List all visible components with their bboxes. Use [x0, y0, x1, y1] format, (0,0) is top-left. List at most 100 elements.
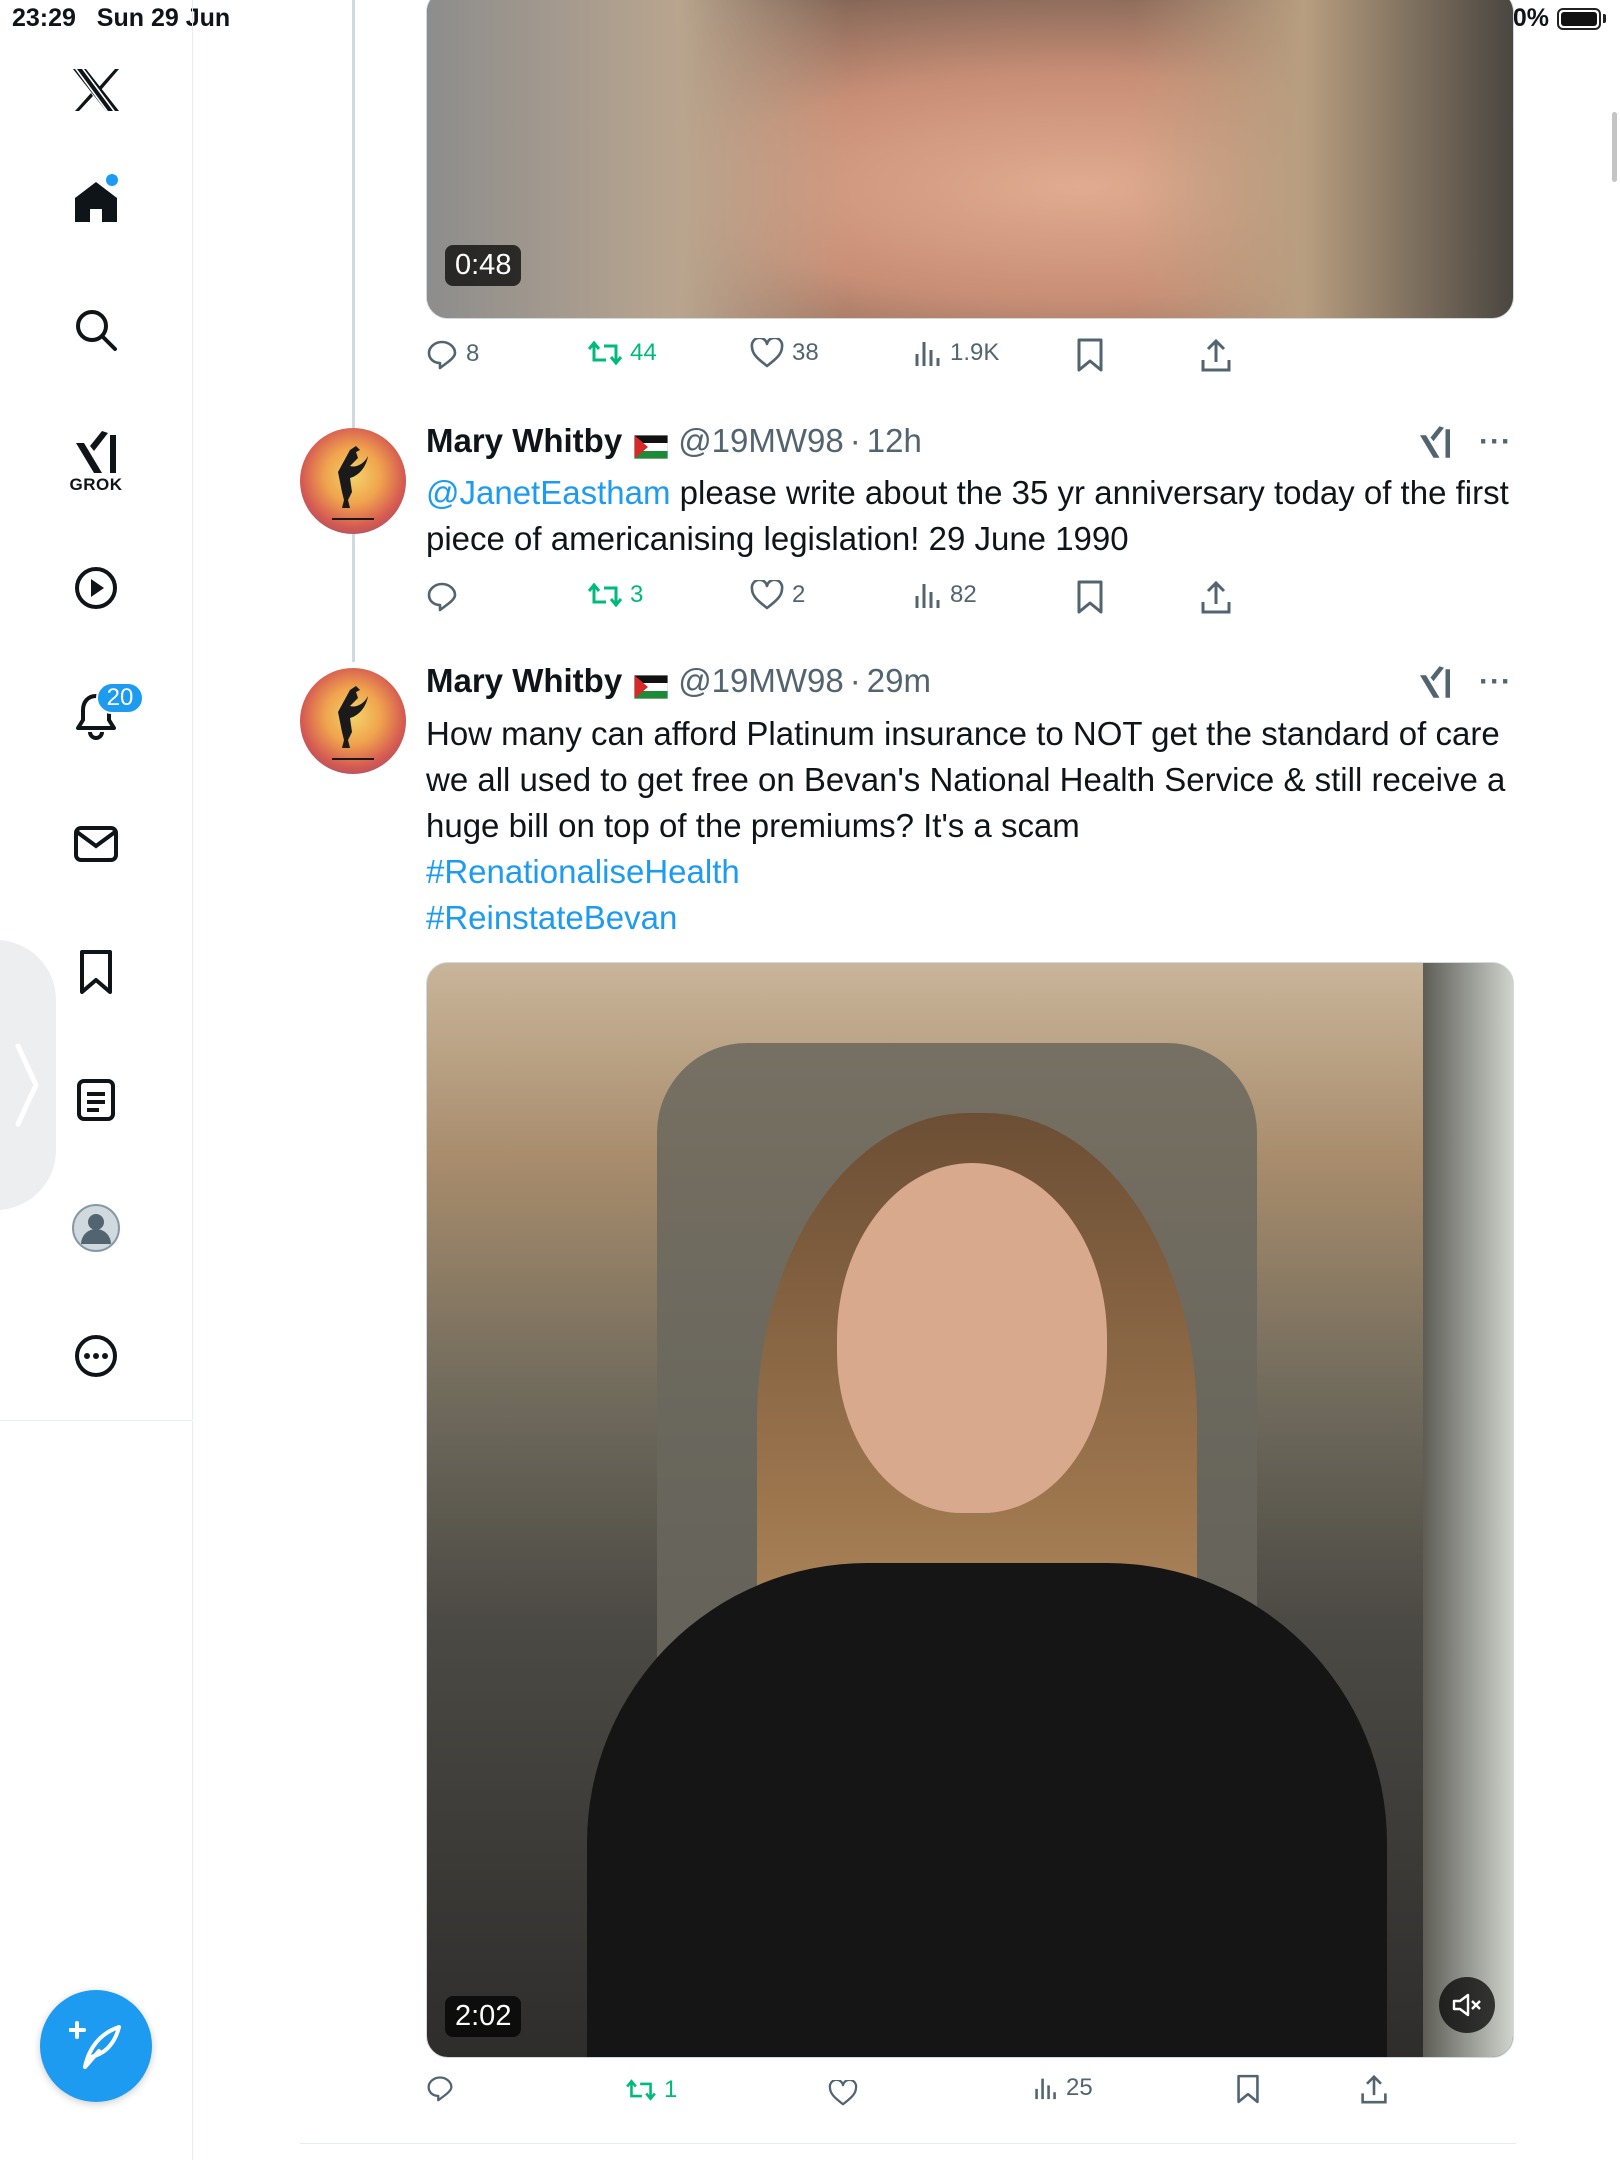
- tweet-header: Mary Whitby @19MW98 · 29m: [426, 662, 931, 700]
- views-count: 25: [1066, 2074, 1093, 2101]
- bookmark-button[interactable]: [1076, 580, 1104, 614]
- author-handle[interactable]: @19MW98: [678, 662, 844, 700]
- like-count: 2: [792, 581, 806, 608]
- author-name[interactable]: Mary Whitby: [426, 662, 622, 700]
- x-logo-icon[interactable]: [62, 56, 130, 124]
- video-duration: 0:48: [445, 245, 522, 286]
- share-button[interactable]: [1200, 580, 1232, 614]
- liver-bird-icon: [332, 446, 374, 520]
- scrollbar[interactable]: [1612, 112, 1617, 182]
- repost-icon: [588, 340, 622, 366]
- reply-button[interactable]: [426, 580, 466, 612]
- tweet-text: How many can afford Platinum insurance t…: [426, 711, 1516, 941]
- grok-icon[interactable]: [1417, 664, 1453, 700]
- views-button[interactable]: 82: [914, 580, 977, 610]
- bookmark-icon: [1077, 580, 1103, 614]
- liver-bird-icon: [332, 686, 374, 760]
- reply-icon: [427, 582, 457, 612]
- mail-icon[interactable]: [62, 810, 130, 878]
- reply-count: 8: [466, 340, 480, 367]
- notifications-badge: 20: [96, 682, 144, 714]
- profile-icon[interactable]: [62, 1194, 130, 1262]
- repost-button[interactable]: 1: [626, 2076, 677, 2104]
- tweet-header-actions: ···: [1417, 664, 1512, 700]
- reply-icon: [427, 2076, 453, 2102]
- tweet-timestamp[interactable]: 12h: [867, 422, 922, 460]
- play-icon[interactable]: [62, 554, 130, 622]
- like-button[interactable]: 38: [750, 338, 819, 368]
- tweet-divider: [300, 2143, 1516, 2144]
- heart-icon: [750, 338, 784, 368]
- like-button[interactable]: [828, 2080, 866, 2106]
- search-icon[interactable]: [62, 296, 130, 364]
- views-icon: [1035, 2078, 1056, 2100]
- tweet-timestamp[interactable]: 29m: [867, 662, 931, 700]
- tweet-video[interactable]: 2:02: [426, 962, 1514, 2058]
- bookmark-icon[interactable]: [62, 938, 130, 1006]
- tweet-body: How many can afford Platinum insurance t…: [426, 715, 1506, 844]
- share-icon: [1361, 2074, 1387, 2104]
- bookmark-button[interactable]: [1236, 2074, 1260, 2104]
- author-handle[interactable]: @19MW98: [678, 422, 844, 460]
- video-duration: 2:02: [445, 1996, 522, 2037]
- grok-label: GROK: [69, 475, 123, 494]
- battery-tip: [1603, 14, 1606, 23]
- avatar[interactable]: [300, 428, 406, 534]
- views-button[interactable]: 25: [1034, 2074, 1093, 2102]
- reply-button[interactable]: 8: [426, 338, 479, 370]
- repost-count: 44: [630, 339, 657, 366]
- more-options-icon[interactable]: ···: [1479, 665, 1512, 699]
- views-count: 1.9K: [950, 339, 1000, 366]
- reply-button[interactable]: [426, 2074, 462, 2102]
- video-window-shape: [1423, 963, 1513, 2057]
- video-jacket-shape: [587, 1563, 1387, 2057]
- like-count: 38: [792, 339, 819, 366]
- chevron-right-icon[interactable]: [12, 1040, 42, 1130]
- views-icon: [915, 342, 940, 366]
- avatar[interactable]: [300, 668, 406, 774]
- bookmark-icon: [1237, 2074, 1259, 2104]
- share-button[interactable]: [1360, 2074, 1388, 2104]
- author-name[interactable]: Mary Whitby: [426, 422, 622, 460]
- palestine-flag-icon: [633, 669, 669, 700]
- video-face-shape: [837, 1163, 1107, 1513]
- mute-button[interactable]: [1439, 1977, 1495, 2033]
- home-new-indicator: [106, 174, 118, 186]
- compose-post-button[interactable]: [40, 1990, 152, 2102]
- speaker-muted-icon: [1452, 1993, 1481, 2017]
- sidebar: GROK 20: [0, 0, 193, 1420]
- like-button[interactable]: 2: [750, 580, 805, 610]
- repost-count: 1: [664, 2076, 678, 2103]
- home-icon[interactable]: [62, 168, 130, 236]
- views-icon: [915, 584, 940, 608]
- tweet-text: @JanetEastham please write about the 35 …: [426, 470, 1516, 562]
- list-icon[interactable]: [62, 1066, 130, 1134]
- mention-link[interactable]: @JanetEastham: [426, 474, 670, 511]
- repost-button[interactable]: 44: [588, 338, 657, 368]
- palestine-flag-icon: [633, 429, 669, 460]
- reply-icon: [427, 340, 457, 370]
- more-icon[interactable]: [62, 1322, 130, 1390]
- top-tweet-video[interactable]: 0:48: [426, 0, 1514, 319]
- more-options-icon[interactable]: ···: [1479, 425, 1512, 459]
- heart-icon: [828, 2080, 858, 2106]
- share-icon: [1201, 338, 1231, 372]
- video-frame-right: [1133, 0, 1513, 318]
- share-icon: [1201, 580, 1231, 614]
- bookmark-icon: [1077, 338, 1103, 372]
- bookmark-button[interactable]: [1076, 338, 1104, 372]
- share-button[interactable]: [1200, 338, 1232, 372]
- thread-connector-line: [352, 0, 355, 662]
- compose-post-icon: [69, 2021, 121, 2069]
- heart-icon: [750, 580, 784, 610]
- separator-dot: ·: [849, 662, 861, 699]
- views-button[interactable]: 1.9K: [914, 338, 999, 368]
- grok-icon[interactable]: [1417, 424, 1453, 460]
- hashtag-link[interactable]: #RenationaliseHealth: [426, 853, 740, 890]
- repost-count: 3: [630, 581, 644, 608]
- repost-icon: [588, 582, 622, 608]
- views-count: 82: [950, 581, 977, 608]
- hashtag-link[interactable]: #ReinstateBevan: [426, 899, 677, 936]
- tweet-header-actions: ···: [1417, 424, 1512, 460]
- repost-button[interactable]: 3: [588, 580, 643, 610]
